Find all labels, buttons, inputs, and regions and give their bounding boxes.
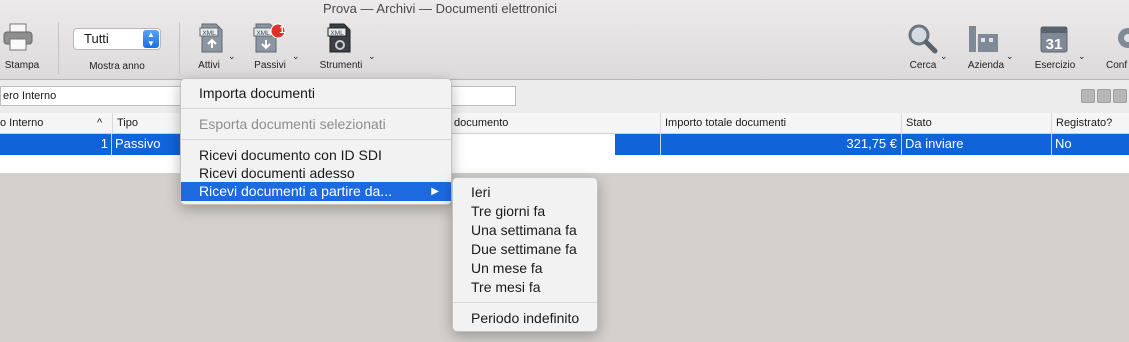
passivi-button[interactable]: XML 1 Passivi ⌄: [250, 18, 300, 76]
chevron-down-icon: ⌄: [940, 51, 948, 61]
stampa-button[interactable]: Stampa: [0, 18, 44, 76]
toolbar: Prova — Archivi — Documenti elettronici …: [0, 0, 1129, 80]
gear-icon: [1118, 28, 1129, 48]
attivi-label: Attivi: [198, 60, 220, 71]
strumenti-label: Strumenti: [319, 60, 363, 71]
menu-item-ricevi-id-sdi[interactable]: Ricevi documento con ID SDI: [181, 146, 451, 165]
ricevi-da-submenu: Ieri Tre giorni fa Una settimana fa Due …: [452, 177, 598, 332]
list-icon[interactable]: [1113, 89, 1127, 103]
select-stepper-icon: ▲ ▼: [143, 30, 159, 48]
col-header-importo[interactable]: Importo totale documenti: [660, 113, 901, 134]
cell-registrato: No: [1055, 136, 1072, 151]
year-select[interactable]: Tutti ▲ ▼: [73, 28, 161, 50]
printer-icon: [3, 23, 33, 51]
zoom-icon[interactable]: [1097, 89, 1111, 103]
menu-item-ricevi-adesso[interactable]: Ricevi documenti adesso: [181, 164, 451, 183]
submenu-item-tre-mesi[interactable]: Tre mesi fa: [453, 278, 597, 297]
cell-numero: 1: [100, 136, 108, 151]
chevron-down-icon: ⌄: [368, 51, 376, 61]
menu-item-importa[interactable]: Importa documenti: [181, 84, 451, 103]
search-row: ero Interno: [0, 80, 1129, 113]
building-icon: [969, 26, 999, 52]
col-header-numero[interactable]: o Interno ^: [0, 113, 112, 134]
cell-documento: [451, 134, 615, 155]
view-options: [1081, 89, 1129, 108]
submenu-item-tre-giorni[interactable]: Tre giorni fa: [453, 202, 597, 221]
cell-tipo: Passivo: [115, 136, 161, 151]
stampa-label: Stampa: [4, 60, 40, 71]
configurazione-button[interactable]: Conf: [1100, 18, 1129, 76]
menu-separator: [181, 139, 451, 140]
table-empty-area: [0, 155, 1129, 173]
calendar-icon: 31: [1040, 26, 1068, 53]
svg-text:XML: XML: [330, 30, 344, 37]
chevron-down-icon: ⌄: [228, 51, 236, 61]
esercizio-button[interactable]: 31 Esercizio ⌄: [1030, 18, 1086, 76]
strumenti-button[interactable]: XML Strumenti ⌄: [314, 18, 376, 76]
menu-item-ricevi-da-label: Ricevi documenti a partire da...: [199, 183, 392, 199]
passivi-badge: 1: [279, 25, 285, 36]
menu-separator: [181, 108, 451, 109]
menu-item-esporta: Esporta documenti selezionati: [199, 116, 386, 132]
table-row[interactable]: 1 Passivo 321,75 € Da inviare No: [0, 134, 1129, 155]
xml-settings-icon: XML: [327, 23, 351, 53]
sort-ascending-icon: ^: [97, 117, 103, 129]
col-header-registrato[interactable]: Registrato?: [1051, 113, 1129, 134]
esercizio-label: Esercizio: [1034, 60, 1076, 71]
configurazione-label: Conf: [1106, 60, 1128, 71]
menu-separator: [453, 302, 597, 303]
year-select-value: Tutti: [84, 31, 109, 46]
chevron-down-icon: ⌄: [1006, 51, 1014, 61]
menu-item-ricevi-da[interactable]: Ricevi documenti a partire da... ▶: [181, 182, 451, 201]
passivi-label: Passivi: [254, 60, 286, 71]
chevron-down-icon: ⌄: [292, 51, 300, 61]
attivi-button[interactable]: XML Attivi ⌄: [192, 18, 236, 76]
cell-stato: Da inviare: [905, 136, 964, 151]
columns-icon[interactable]: [1081, 89, 1095, 103]
chevron-down-icon: ⌄: [1078, 51, 1086, 61]
submenu-item-ieri[interactable]: Ieri: [453, 183, 597, 202]
magnifier-icon: [908, 24, 938, 54]
svg-text:XML: XML: [257, 30, 271, 37]
submenu-item-periodo-indefinito[interactable]: Periodo indefinito: [453, 309, 597, 328]
xml-upload-icon: XML: [199, 23, 223, 53]
col-header-stato[interactable]: Stato: [901, 113, 1051, 134]
mostra-anno-label: Mostra anno: [89, 61, 145, 72]
svg-text:XML: XML: [202, 30, 216, 37]
window-title: Prova — Archivi — Documenti elettronici: [322, 1, 558, 16]
search-field-numero[interactable]: ero Interno: [0, 86, 190, 106]
submenu-item-una-settimana[interactable]: Una settimana fa: [453, 221, 597, 240]
col-header-documento[interactable]: documento: [449, 113, 660, 134]
svg-text:31: 31: [1046, 36, 1063, 53]
table-header: o Interno ^ Tipo documento Importo total…: [0, 113, 1129, 134]
submenu-arrow-icon: ▶: [431, 186, 439, 197]
attivi-dropdown-menu: Importa documenti Esporta documenti sele…: [180, 78, 452, 205]
cell-importo: 321,75 €: [846, 136, 897, 151]
azienda-label: Azienda: [967, 60, 1005, 71]
azienda-button[interactable]: Azienda ⌄: [962, 18, 1014, 76]
search-field-documento[interactable]: [449, 86, 516, 106]
cerca-button[interactable]: Cerca ⌄: [898, 18, 948, 76]
submenu-item-un-mese[interactable]: Un mese fa: [453, 259, 597, 278]
toolbar-divider: [58, 22, 59, 74]
submenu-item-due-settimane[interactable]: Due settimane fa: [453, 240, 597, 259]
toolbar-divider: [179, 22, 180, 74]
